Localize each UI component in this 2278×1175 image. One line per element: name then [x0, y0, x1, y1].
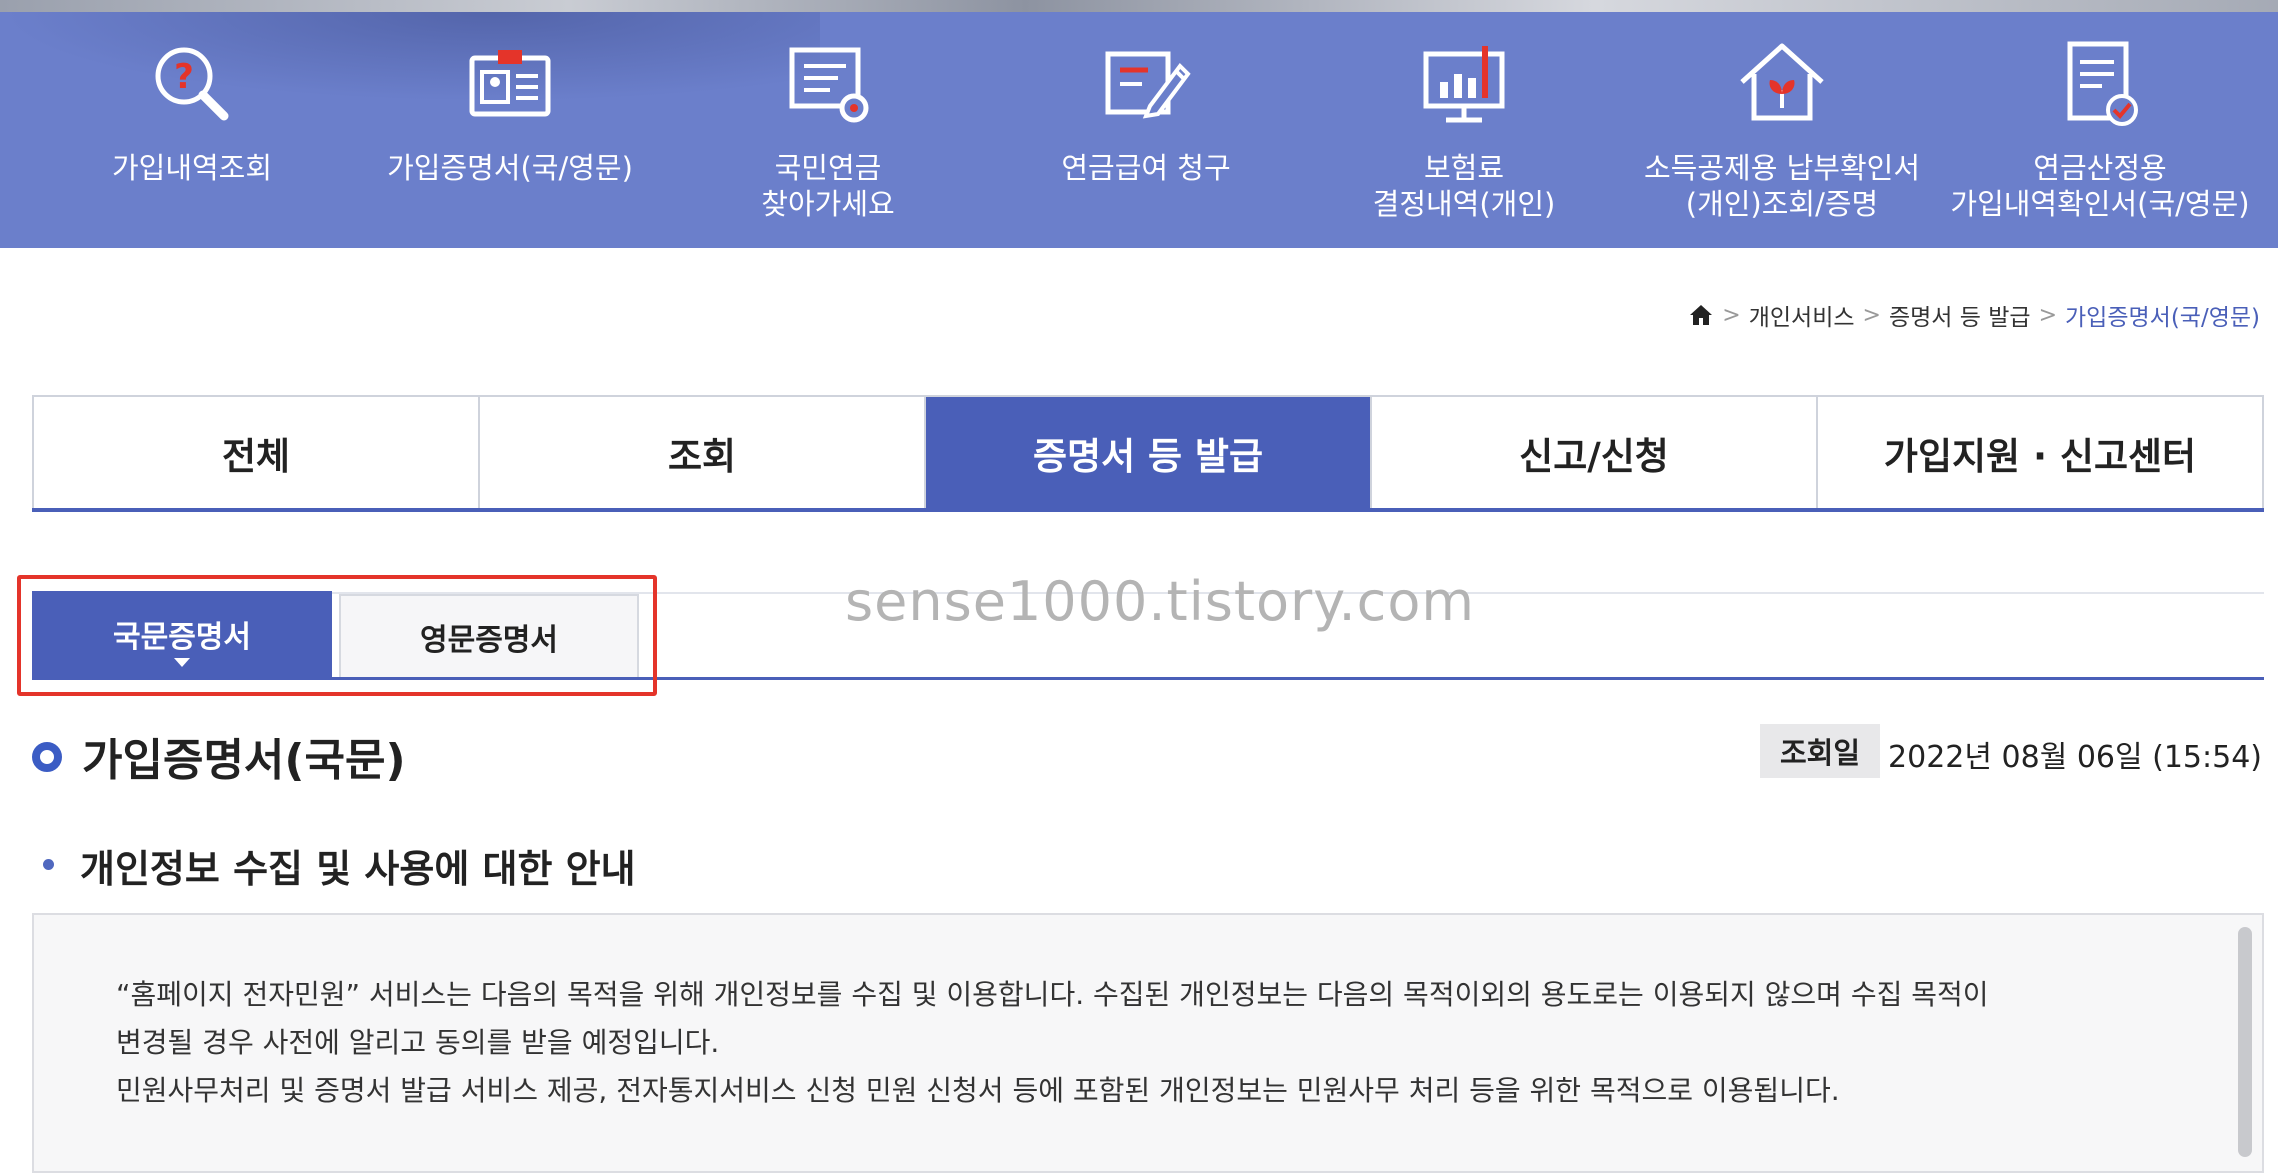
- document-check-icon: [2067, 41, 2138, 126]
- form-pencil-icon: [1105, 51, 1191, 119]
- svg-text:?: ?: [174, 57, 194, 97]
- tab-support-center[interactable]: 가입지원 · 신고센터: [1818, 397, 2262, 508]
- quick-menu-label: 가입내역조회: [111, 151, 273, 185]
- privacy-notice-box[interactable]: “홈페이지 전자민원” 서비스는 다음의 목적을 위해 개인정보를 수집 및 이…: [32, 913, 2264, 1173]
- watermark: sense1000.tistory.com: [845, 570, 1476, 633]
- quick-menu-label: 보험료 결정내역(개인): [1372, 151, 1556, 221]
- magnifier-question-icon: ?: [155, 47, 229, 121]
- breadcrumb-item[interactable]: 개인서비스: [1749, 298, 1855, 332]
- document-search-icon: [789, 47, 869, 123]
- notice-line: 변경될 경우 사전에 알리고 동의를 받을 예정입니다.: [116, 1026, 720, 1059]
- tab-all[interactable]: 전체: [34, 397, 480, 508]
- tab-report-apply[interactable]: 신고/신청: [1372, 397, 1818, 508]
- top-decor-strip: [0, 0, 2278, 12]
- quick-menu-item-premium-decision[interactable]: 보험료 결정내역(개인): [1314, 36, 1614, 236]
- breadcrumb-current[interactable]: 가입증명서(국/영문): [2065, 298, 2260, 332]
- breadcrumb: > 개인서비스 > 증명서 등 발급 > 가입증명서(국/영문): [1688, 298, 2260, 332]
- home-icon[interactable]: [1688, 303, 1714, 327]
- quick-menu-label: 연금급여 청구: [1061, 151, 1231, 185]
- section-title: 개인정보 수집 및 사용에 대한 안내: [80, 847, 636, 891]
- privacy-notice-text: “홈페이지 전자민원” 서비스는 다음의 목적을 위해 개인정보를 수집 및 이…: [116, 971, 2136, 1115]
- monitor-chart-icon: [1423, 46, 1505, 123]
- title-bullet-icon: [32, 742, 62, 772]
- house-sprout-icon: [1740, 43, 1824, 121]
- query-date: 2022년 08월 06일 (15:54): [1888, 740, 2262, 775]
- quick-menu-item-pension-calc-certificate[interactable]: 연금산정용 가입내역확인서(국/영문): [1950, 36, 2250, 236]
- main-tabs-underline: [32, 508, 2264, 512]
- query-date-badge: 조회일: [1760, 724, 1880, 778]
- highlight-box: [17, 575, 657, 696]
- quick-menu-item-pension-claim[interactable]: 연금급여 청구: [996, 36, 1296, 236]
- chevron-right-icon: >: [1862, 302, 1881, 328]
- chevron-right-icon: >: [1722, 302, 1741, 328]
- quick-menu-item-find-pension[interactable]: 국민연금 찾아가세요: [678, 36, 978, 236]
- quick-menu-item-subscription-history[interactable]: ? 가입내역조회: [42, 36, 342, 236]
- breadcrumb-item[interactable]: 증명서 등 발급: [1889, 298, 2031, 332]
- id-card-icon: [469, 50, 551, 117]
- quick-menu-item-subscription-certificate[interactable]: 가입증명서(국/영문): [360, 36, 660, 236]
- quick-menu-item-payment-confirmation[interactable]: 소득공제용 납부확인서 (개인)조회/증명: [1632, 36, 1932, 236]
- quick-menu-label: 소득공제용 납부확인서 (개인)조회/증명: [1643, 151, 1921, 221]
- tab-certificate-issuance[interactable]: 증명서 등 발급: [926, 397, 1372, 508]
- scrollbar[interactable]: [2234, 915, 2254, 1175]
- quick-menu-label: 국민연금 찾아가세요: [761, 151, 895, 221]
- page-title: 가입증명서(국문): [82, 735, 406, 786]
- tab-inquiry[interactable]: 조회: [480, 397, 926, 508]
- notice-line: “홈페이지 전자민원” 서비스는 다음의 목적을 위해 개인정보를 수집 및 이…: [116, 978, 1989, 1011]
- quick-menu-label: 가입증명서(국/영문): [387, 151, 633, 185]
- main-tabs: 전체 조회 증명서 등 발급 신고/신청 가입지원 · 신고센터: [32, 395, 2264, 508]
- section-bullet-icon: [43, 859, 54, 870]
- scrollbar-thumb[interactable]: [2238, 927, 2252, 1157]
- quick-menu-bar: ? 가입내역조회 가입증명서(국/영문) 국민연금 찾아가세요 연금급여 청구 …: [0, 0, 2278, 248]
- chevron-right-icon: >: [2038, 302, 2058, 328]
- notice-line: 민원사무처리 및 증명서 발급 서비스 제공, 전자통지서비스 신청 민원 신청…: [116, 1074, 1840, 1107]
- quick-menu-label: 연금산정용 가입내역확인서(국/영문): [1950, 151, 2250, 221]
